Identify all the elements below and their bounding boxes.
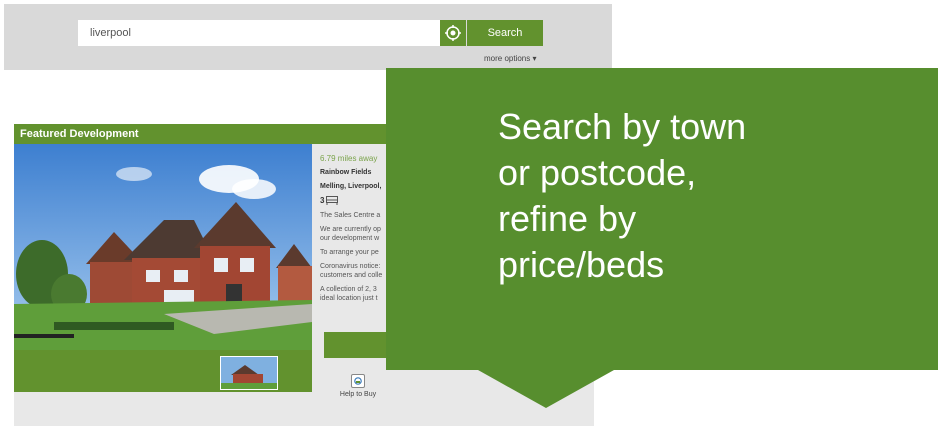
help-to-buy-icon bbox=[351, 374, 365, 388]
crosshair-icon bbox=[445, 25, 461, 41]
development-location: Melling, Liverpool, bbox=[320, 183, 382, 190]
beds-count: 3 bbox=[320, 196, 325, 205]
callout-line: price/beds bbox=[498, 244, 665, 285]
development-details: 6.79 miles away Rainbow Fields Melling, … bbox=[320, 154, 390, 354]
callout-line: or postcode, bbox=[498, 152, 697, 193]
callout-pointer bbox=[478, 370, 614, 408]
search-input[interactable] bbox=[78, 20, 440, 46]
development-name[interactable]: Rainbow Fields bbox=[320, 168, 390, 177]
search-panel: Search more options ▾ bbox=[4, 4, 612, 70]
bed-icon bbox=[326, 196, 339, 205]
more-options-link[interactable]: more options ▾ bbox=[484, 54, 536, 63]
view-development-button[interactable] bbox=[324, 332, 394, 358]
distance-text: 6.79 miles away bbox=[320, 154, 378, 163]
callout-line: refine by bbox=[498, 198, 637, 239]
callout-line: Search by town bbox=[498, 106, 747, 147]
callout-box: Search by town or postcode, refine by pr… bbox=[386, 68, 938, 370]
description-line: Coronavirus notice: bbox=[320, 263, 381, 270]
description-line: A collection of 2, 3 bbox=[320, 286, 377, 293]
description-line: ideal location just t bbox=[320, 295, 378, 302]
description-line: our development w bbox=[320, 235, 380, 242]
description-line: To arrange your pe bbox=[320, 249, 379, 256]
beds-info: 3 bbox=[320, 196, 390, 205]
gallery-thumbnail[interactable] bbox=[220, 356, 278, 390]
callout-text: Search by town or postcode, refine by pr… bbox=[498, 104, 898, 288]
description-line: We are currently op bbox=[320, 226, 381, 233]
development-photo[interactable] bbox=[14, 144, 312, 350]
description-line: The Sales Centre a bbox=[320, 212, 381, 219]
search-button[interactable]: Search bbox=[467, 20, 543, 46]
help-to-buy-badge[interactable]: Help to Buy bbox=[330, 374, 386, 398]
description-line: customers and colle bbox=[320, 272, 383, 279]
help-to-buy-label: Help to Buy bbox=[339, 391, 377, 398]
thumbnail-strip bbox=[14, 350, 312, 392]
locate-me-button[interactable] bbox=[440, 20, 466, 46]
